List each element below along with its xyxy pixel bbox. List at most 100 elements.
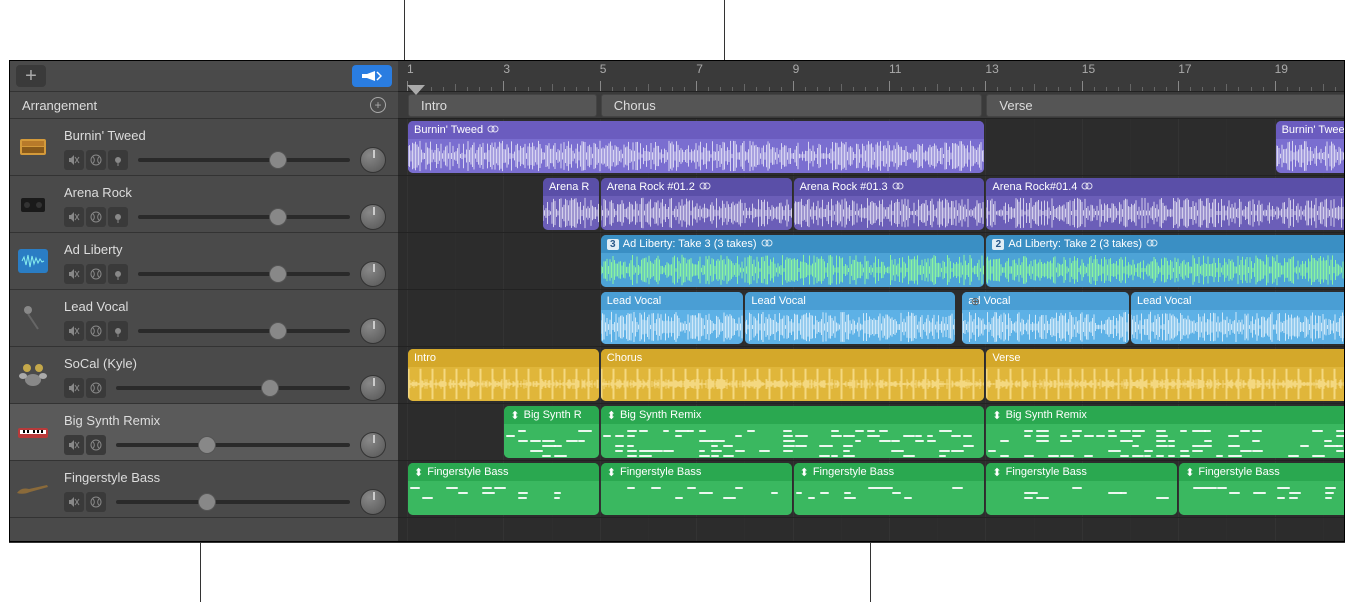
- track-lane-3[interactable]: Lead VocalLead Vocal⊕ad VocalLead Vocal: [398, 290, 1344, 347]
- solo-button[interactable]: [86, 492, 106, 512]
- volume-slider[interactable]: [138, 207, 350, 227]
- volume-slider[interactable]: [116, 378, 350, 398]
- region[interactable]: 3 Ad Liberty: Take 3 (3 takes): [601, 235, 985, 287]
- take-badge: 2: [992, 239, 1004, 250]
- region[interactable]: Arena Rock #01.3: [794, 178, 985, 230]
- track-header-2[interactable]: Ad Liberty: [10, 233, 398, 290]
- region[interactable]: Lead Vocal: [601, 292, 744, 344]
- pan-knob[interactable]: [360, 318, 386, 344]
- volume-slider[interactable]: [138, 264, 350, 284]
- section-chorus[interactable]: Chorus: [601, 94, 983, 117]
- tracks-area[interactable]: Burnin' Tweed Burnin' TweedArena RArena …: [398, 119, 1344, 541]
- mute-button[interactable]: [64, 321, 84, 341]
- region[interactable]: ⬍ Fingerstyle Bass: [408, 463, 599, 515]
- region[interactable]: ⬍ Big Synth Remix: [986, 406, 1344, 458]
- loop-arrow-icon: ⬍: [510, 409, 519, 422]
- add-track-button[interactable]: +: [16, 65, 46, 87]
- input-monitor-button[interactable]: [108, 264, 128, 284]
- region[interactable]: ⬍ Fingerstyle Bass: [794, 463, 985, 515]
- region[interactable]: Verse: [986, 349, 1344, 401]
- region[interactable]: Burnin' Tweed: [1276, 121, 1344, 173]
- input-monitor-button[interactable]: [108, 207, 128, 227]
- mute-button[interactable]: [64, 492, 84, 512]
- region[interactable]: Burnin' Tweed: [408, 121, 984, 173]
- mute-button[interactable]: [64, 378, 84, 398]
- solo-button[interactable]: [86, 264, 106, 284]
- track-lane-1[interactable]: Arena R Arena Rock #01.2 Arena Rock #01.3…: [398, 176, 1344, 233]
- region-label: Arena Rock#01.4: [992, 181, 1077, 193]
- pan-knob[interactable]: [360, 204, 386, 230]
- section-intro[interactable]: Intro: [408, 94, 597, 117]
- pan-knob[interactable]: [360, 261, 386, 287]
- mute-button[interactable]: [64, 264, 84, 284]
- track-lane-6[interactable]: ⬍ Fingerstyle Bass⬍ Fingerstyle Bass⬍ Fi…: [398, 461, 1344, 518]
- solo-button[interactable]: [86, 150, 106, 170]
- solo-button[interactable]: [86, 321, 106, 341]
- track-header-4[interactable]: SoCal (Kyle): [10, 347, 398, 404]
- section-verse[interactable]: Verse: [986, 94, 1344, 117]
- pan-knob[interactable]: [360, 432, 386, 458]
- region[interactable]: Arena Rock#01.4: [986, 178, 1344, 230]
- region[interactable]: Lead Vocal: [745, 292, 955, 344]
- solo-button[interactable]: [86, 207, 106, 227]
- track-header-5[interactable]: Big Synth Remix: [10, 404, 398, 461]
- pan-knob[interactable]: [360, 147, 386, 173]
- loop-arrow-icon: ⬍: [992, 409, 1001, 422]
- region[interactable]: ⬍ Fingerstyle Bass: [1179, 463, 1344, 515]
- loop-arrow-icon: ⬍: [992, 466, 1001, 479]
- track-lane-0[interactable]: Burnin' Tweed Burnin' Tweed: [398, 119, 1344, 176]
- region[interactable]: ⬍ Fingerstyle Bass: [601, 463, 792, 515]
- ruler-subtick: [708, 87, 709, 91]
- track-header-3[interactable]: Lead Vocal: [10, 290, 398, 347]
- pan-knob[interactable]: [360, 489, 386, 515]
- region[interactable]: ⊕ad Vocal: [962, 292, 1129, 344]
- region[interactable]: ⬍ Big Synth R: [504, 406, 598, 458]
- mute-button[interactable]: [64, 150, 84, 170]
- ruler-subtick: [624, 87, 625, 91]
- region-label: Arena Rock #01.2: [607, 181, 695, 193]
- track-body: Ad Liberty: [56, 233, 398, 289]
- input-monitor-button[interactable]: [108, 321, 128, 341]
- track-name: Ad Liberty: [64, 242, 392, 257]
- split-icon: ⊕: [968, 294, 982, 308]
- region[interactable]: Intro: [408, 349, 599, 401]
- region[interactable]: ⬍ Fingerstyle Bass: [986, 463, 1177, 515]
- track-lane-2[interactable]: 3 Ad Liberty: Take 3 (3 takes) 2 Ad Libe…: [398, 233, 1344, 290]
- region[interactable]: Lead Vocal: [1131, 292, 1344, 344]
- playhead[interactable]: [407, 85, 425, 95]
- arrangement-row[interactable]: Arrangement +: [10, 92, 398, 119]
- region-body: [986, 367, 1344, 401]
- region-header: Intro: [408, 349, 599, 367]
- ruler-subtick: [853, 87, 854, 91]
- input-monitor-button[interactable]: [108, 150, 128, 170]
- region[interactable]: Arena R: [543, 178, 599, 230]
- mute-button[interactable]: [64, 207, 84, 227]
- volume-slider[interactable]: [138, 150, 350, 170]
- volume-slider[interactable]: [116, 492, 350, 512]
- volume-slider[interactable]: [116, 435, 350, 455]
- track-header-0[interactable]: Burnin' Tweed: [10, 119, 398, 176]
- ruler-subtick: [1287, 87, 1288, 91]
- region-body: [986, 196, 1344, 230]
- region[interactable]: 2 Ad Liberty: Take 2 (3 takes): [986, 235, 1344, 287]
- track-header-1[interactable]: Arena Rock: [10, 176, 398, 233]
- wave-icon: [14, 242, 52, 280]
- region-body: [1276, 139, 1344, 173]
- ruler[interactable]: 135791113151719: [398, 61, 1344, 92]
- region[interactable]: Chorus: [601, 349, 985, 401]
- add-arrangement-marker-button[interactable]: +: [370, 97, 386, 113]
- region[interactable]: ⬍ Big Synth Remix: [601, 406, 985, 458]
- volume-slider[interactable]: [138, 321, 350, 341]
- track-lane-4[interactable]: IntroChorusVerse: [398, 347, 1344, 404]
- region-label: Big Synth R: [524, 409, 582, 421]
- mute-button[interactable]: [64, 435, 84, 455]
- track-header-6[interactable]: Fingerstyle Bass: [10, 461, 398, 518]
- region-header: Arena Rock#01.4: [986, 178, 1344, 196]
- track-lane-5[interactable]: ⬍ Big Synth R⬍ Big Synth Remix⬍ Big Synt…: [398, 404, 1344, 461]
- solo-button[interactable]: [86, 378, 106, 398]
- catch-playhead-button[interactable]: [352, 65, 392, 87]
- region[interactable]: Arena Rock #01.2: [601, 178, 792, 230]
- solo-button[interactable]: [86, 435, 106, 455]
- pan-knob[interactable]: [360, 375, 386, 401]
- ruler-subtick: [467, 87, 468, 91]
